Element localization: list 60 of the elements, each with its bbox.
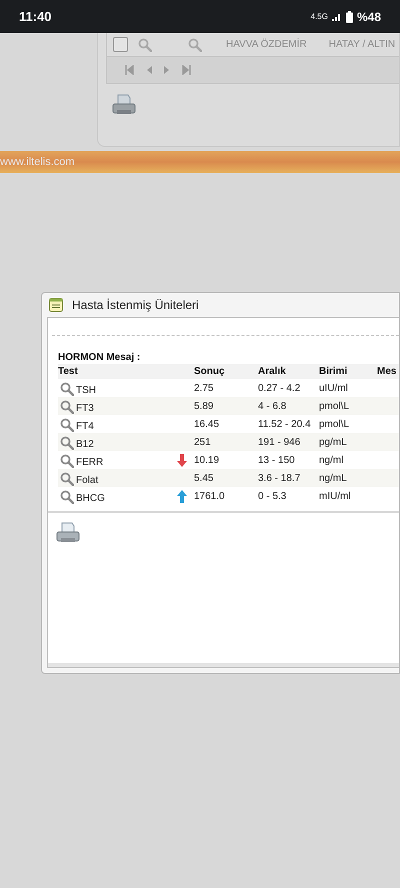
section-title: HORMON Mesaj : (58, 352, 142, 364)
unit-value: pmol\L (319, 400, 350, 414)
range-value: 4 - 6.8 (258, 400, 288, 414)
range-value: 13 - 150 (258, 454, 296, 468)
dialog-title: Hasta İstenmiş Üniteleri (72, 297, 199, 314)
unit-value: mIU/ml (319, 490, 352, 504)
range-value: 0.27 - 4.2 (258, 382, 302, 396)
row-checkbox[interactable] (113, 37, 128, 52)
battery-level: %48 (356, 8, 381, 26)
test-name: TSH (76, 384, 96, 398)
location-text: HATAY / ALTIN (328, 38, 396, 52)
result-value: 5.89 (194, 400, 214, 414)
column-header: Mes (377, 365, 398, 379)
unit-value: uIU/ml (319, 382, 349, 396)
website-link[interactable]: www.iltelis.com (0, 154, 75, 170)
test-name: FT3 (76, 402, 94, 416)
patient-name: HAVVA ÖZDEMİR (226, 37, 307, 52)
result-value: 251 (194, 436, 212, 450)
battery-icon (346, 10, 353, 22)
result-value: 10.19 (194, 454, 220, 468)
unit-value: ng/ml (319, 454, 344, 468)
test-name: FT4 (76, 420, 94, 434)
test-name: B12 (76, 438, 94, 452)
range-value: 3.6 - 18.7 (258, 472, 302, 486)
previous-page-icon[interactable] (146, 65, 152, 75)
column-header: Birimi (319, 365, 348, 379)
unit-value: ng/mL (319, 472, 348, 486)
range-value: 191 - 946 (258, 436, 302, 450)
search-icon[interactable] (60, 400, 74, 414)
clock-time: 11:40 (19, 8, 52, 26)
range-value: 11.52 - 20.4 (258, 418, 312, 432)
column-header: Test (58, 365, 79, 379)
search-icon[interactable] (60, 490, 74, 504)
search-icon[interactable] (138, 38, 152, 52)
signal-icon (332, 12, 342, 21)
range-value: 0 - 5.3 (258, 490, 288, 504)
network-type: 4.5G (310, 10, 328, 22)
result-value: 1761.0 (194, 490, 226, 504)
result-value: 2.75 (194, 382, 214, 396)
column-header: Sonuç (194, 365, 226, 379)
result-value: 5.45 (194, 472, 214, 486)
test-name: FERR (76, 456, 104, 470)
first-page-icon[interactable] (125, 65, 134, 75)
search-icon[interactable] (60, 472, 74, 486)
unit-value: pg/mL (319, 436, 348, 450)
printer-icon[interactable] (112, 94, 136, 116)
search-icon[interactable] (60, 454, 74, 468)
search-icon[interactable] (188, 38, 202, 52)
next-page-icon[interactable] (164, 65, 170, 75)
last-page-icon[interactable] (182, 65, 191, 75)
test-name: Folat (76, 474, 98, 488)
search-icon[interactable] (60, 418, 74, 432)
search-icon[interactable] (60, 382, 74, 396)
column-header: Aralık (258, 365, 287, 379)
printer-icon[interactable] (56, 522, 80, 544)
search-icon[interactable] (60, 436, 74, 450)
test-name: BHCG (76, 492, 105, 506)
window-icon (49, 298, 63, 312)
unit-value: pmol\L (319, 418, 350, 432)
result-value: 16.45 (194, 418, 220, 432)
